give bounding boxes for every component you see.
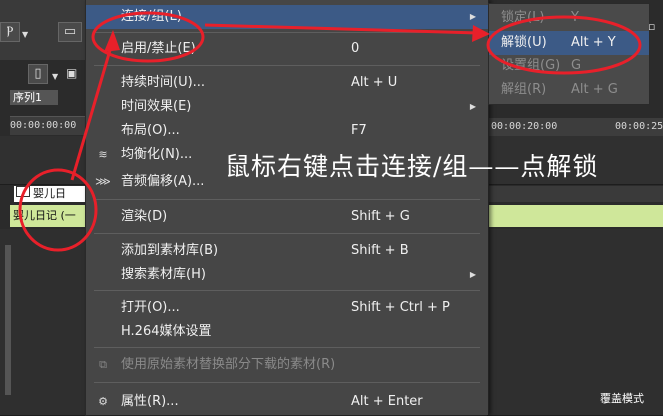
- arrow-head-menu: [104, 30, 120, 52]
- status-overlay-mode: 覆盖模式: [600, 392, 644, 405]
- highlight-circle-clip: [18, 168, 98, 252]
- arrow-head-submenu: [472, 25, 490, 42]
- annotation-text: 鼠标右键点击连接/组——点解锁: [225, 152, 599, 181]
- arrow-line-to-submenu: [204, 23, 479, 35]
- highlight-circle-unlock: [486, 15, 642, 75]
- arrow-line-to-menu: [70, 39, 115, 181]
- annotation-overlay: [18, 11, 642, 252]
